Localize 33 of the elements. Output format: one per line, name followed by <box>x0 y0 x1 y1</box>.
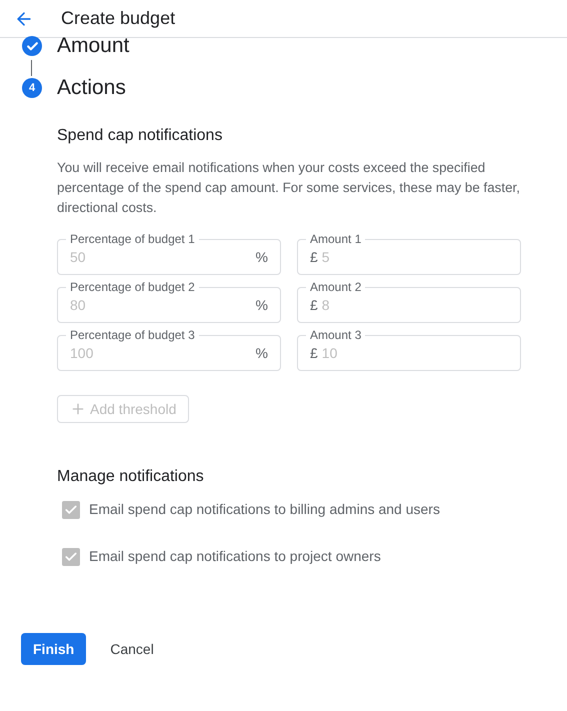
field-label: Percentage of budget 3 <box>69 327 196 343</box>
plus-icon <box>70 401 86 417</box>
currency-symbol: £ <box>310 248 318 266</box>
percent-suffix: % <box>256 248 268 266</box>
check-icon <box>64 502 78 516</box>
field-value: 50 <box>70 248 87 266</box>
percent-suffix: % <box>256 344 268 362</box>
percent-suffix: % <box>256 296 268 314</box>
check-icon <box>64 550 78 564</box>
step-number: 4 <box>22 78 42 98</box>
currency-symbol: £ <box>310 344 318 362</box>
step-done-icon <box>22 36 42 56</box>
section-title: Manage notifications <box>57 467 205 487</box>
field-label: Percentage of budget 2 <box>69 279 196 295</box>
field-label: Percentage of budget 1 <box>69 231 196 247</box>
checkbox-label: Email spend cap notifications to billing admins and users <box>89 500 440 519</box>
finish-button[interactable]: Finish <box>21 633 86 665</box>
cancel-button[interactable]: Cancel <box>106 633 158 665</box>
section-title: Spend cap notifications <box>57 126 224 146</box>
field-value: 10 <box>322 344 338 362</box>
field-value: 100 <box>70 344 94 362</box>
page-title: Create budget <box>61 7 176 30</box>
checkbox-label: Email spend cap notifications to project owners <box>89 547 381 566</box>
field-label: Amount 3 <box>309 327 362 343</box>
step-title: Amount <box>57 33 130 59</box>
field-value: 80 <box>70 296 87 314</box>
field-value: 8 <box>322 296 331 314</box>
section-description: You will receive email notifications when your costs exceed the specified percentage of the spend cap amount. For some services, these may be faster, directional costs. <box>57 159 521 217</box>
field-label: Amount 2 <box>309 279 362 295</box>
field-value: 5 <box>322 248 331 266</box>
step-title: Actions <box>57 75 126 101</box>
field-label: Amount 1 <box>309 231 362 247</box>
currency-symbol: £ <box>310 296 318 314</box>
